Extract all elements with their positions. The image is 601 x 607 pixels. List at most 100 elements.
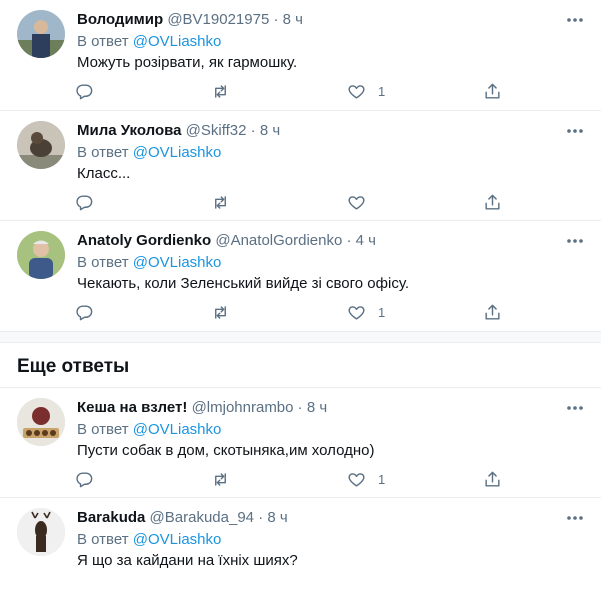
tweet[interactable]: Anatoly Gordienko @AnatolGordienko · 4 ч… — [0, 221, 601, 331]
retweet-button[interactable] — [211, 80, 230, 102]
reply-prefix: В ответ — [77, 531, 129, 548]
reply-prefix: В ответ — [77, 421, 129, 438]
tweet-header: Кеша на взлет! @lmjohnrambo · 8 ч — [77, 398, 589, 418]
tweet-actions: 1 — [75, 80, 505, 102]
user-handle[interactable]: @Barakuda_94 — [150, 509, 254, 526]
reply-prefix: В ответ — [77, 144, 129, 161]
tweet-content: Anatoly Gordienko @AnatolGordienko · 4 ч… — [77, 231, 589, 294]
tweet-content: Володимир @BV19021975 · 8 ч В ответ @OVL… — [77, 10, 589, 73]
share-button[interactable] — [483, 191, 502, 213]
reply-button[interactable] — [75, 191, 94, 213]
user-handle[interactable]: @Skiff32 — [186, 122, 247, 139]
avatar[interactable] — [17, 10, 65, 58]
reply-prefix: В ответ — [77, 33, 129, 50]
share-button[interactable] — [483, 468, 502, 490]
replies-feed: Володимир @BV19021975 · 8 ч В ответ @OVL… — [0, 0, 601, 607]
reply-to-link[interactable]: @OVLiashko — [133, 144, 222, 161]
reply-context: В ответ @OVLiashko — [77, 419, 589, 440]
tweet-content: Кеша на взлет! @lmjohnrambo · 8 ч В отве… — [77, 398, 589, 461]
avatar[interactable] — [17, 121, 65, 169]
display-name[interactable]: Кеша на взлет! — [77, 399, 187, 416]
retweet-button[interactable] — [211, 191, 230, 213]
timestamp[interactable]: 8 ч — [260, 122, 280, 139]
separator-dot: · — [273, 11, 279, 28]
avatar[interactable] — [17, 508, 65, 556]
separator-dot: · — [258, 509, 264, 526]
tweet-header: Мила Уколова @Skiff32 · 8 ч — [77, 121, 589, 141]
user-handle[interactable]: @AnatolGordienko — [215, 232, 342, 249]
display-name[interactable]: Мила Уколова — [77, 122, 181, 139]
section-divider — [0, 331, 601, 343]
tweet-actions: 1 — [75, 468, 505, 490]
more-icon[interactable] — [565, 123, 585, 139]
timestamp[interactable]: 8 ч — [267, 509, 287, 526]
like-button[interactable]: 1 — [347, 468, 385, 490]
share-icon — [485, 304, 500, 320]
retweet-button[interactable] — [211, 301, 230, 323]
tweet-text: Можуть розірвати, як гармошку. — [77, 54, 298, 71]
reply-prefix: В ответ — [77, 254, 129, 271]
share-icon — [485, 471, 500, 487]
heart-icon — [348, 195, 365, 210]
reply-context: В ответ @OVLiashko — [77, 529, 589, 550]
reply-to-link[interactable]: @OVLiashko — [133, 33, 222, 50]
avatar[interactable] — [17, 398, 65, 446]
timestamp[interactable]: 4 ч — [356, 232, 376, 249]
heart-icon — [348, 84, 365, 99]
separator-dot: · — [297, 399, 303, 416]
tweet[interactable]: Володимир @BV19021975 · 8 ч В ответ @OVL… — [0, 0, 601, 111]
like-button[interactable]: 1 — [347, 301, 385, 323]
tweet-text: Класс... — [77, 165, 131, 182]
avatar[interactable] — [17, 231, 65, 279]
timestamp[interactable]: 8 ч — [307, 399, 327, 416]
heart-icon — [348, 472, 365, 487]
more-icon[interactable] — [565, 400, 585, 416]
reply-to-link[interactable]: @OVLiashko — [133, 254, 222, 271]
timestamp[interactable]: 8 ч — [283, 11, 303, 28]
tweet-text: Чекають, коли Зеленський вийде зі свого … — [77, 275, 409, 292]
tweet[interactable]: Мила Уколова @Skiff32 · 8 ч В ответ @OVL… — [0, 111, 601, 221]
tweet-text: Я що за кайдани на їхніх шиях? — [77, 552, 298, 569]
share-button[interactable] — [483, 301, 502, 323]
tweet-header: Barakuda @Barakuda_94 · 8 ч — [77, 508, 589, 528]
display-name[interactable]: Barakuda — [77, 509, 145, 526]
reply-button[interactable] — [75, 468, 94, 490]
share-icon — [485, 194, 500, 210]
tweet-text: Пусти собак в дом, скотыняка,им холодно) — [77, 442, 375, 459]
more-icon[interactable] — [565, 233, 585, 249]
reply-context: В ответ @OVLiashko — [77, 142, 589, 163]
user-handle[interactable]: @lmjohnrambo — [192, 399, 294, 416]
like-button[interactable] — [347, 191, 378, 213]
more-icon[interactable] — [565, 12, 585, 28]
tweet-content: Barakuda @Barakuda_94 · 8 ч В ответ @OVL… — [77, 508, 589, 571]
share-button[interactable] — [483, 80, 502, 102]
retweet-icon — [215, 84, 226, 98]
retweet-icon — [215, 195, 226, 209]
reply-icon — [76, 194, 93, 210]
display-name[interactable]: Володимир — [77, 11, 163, 28]
reply-context: В ответ @OVLiashko — [77, 31, 589, 52]
more-icon[interactable] — [565, 510, 585, 526]
reply-to-link[interactable]: @OVLiashko — [133, 531, 222, 548]
tweet-content: Мила Уколова @Skiff32 · 8 ч В ответ @OVL… — [77, 121, 589, 184]
like-button[interactable]: 1 — [347, 80, 385, 102]
like-count: 1 — [378, 471, 386, 487]
tweet[interactable]: Кеша на взлет! @lmjohnrambo · 8 ч В отве… — [0, 388, 601, 498]
tweet-actions — [75, 191, 505, 213]
reply-button[interactable] — [75, 80, 94, 102]
reply-icon — [76, 83, 93, 99]
reply-button[interactable] — [75, 301, 94, 323]
heart-icon — [348, 305, 365, 320]
tweet-header: Anatoly Gordienko @AnatolGordienko · 4 ч — [77, 231, 589, 251]
reply-to-link[interactable]: @OVLiashko — [133, 421, 222, 438]
user-handle[interactable]: @BV19021975 — [167, 11, 269, 28]
retweet-icon — [215, 472, 226, 486]
like-count: 1 — [378, 304, 386, 320]
retweet-button[interactable] — [211, 468, 230, 490]
like-count: 1 — [378, 83, 386, 99]
tweet[interactable]: Barakuda @Barakuda_94 · 8 ч В ответ @OVL… — [0, 498, 601, 607]
reply-context: В ответ @OVLiashko — [77, 252, 589, 273]
separator-dot: · — [250, 122, 256, 139]
display-name[interactable]: Anatoly Gordienko — [77, 232, 211, 249]
tweet-header: Володимир @BV19021975 · 8 ч — [77, 10, 589, 30]
